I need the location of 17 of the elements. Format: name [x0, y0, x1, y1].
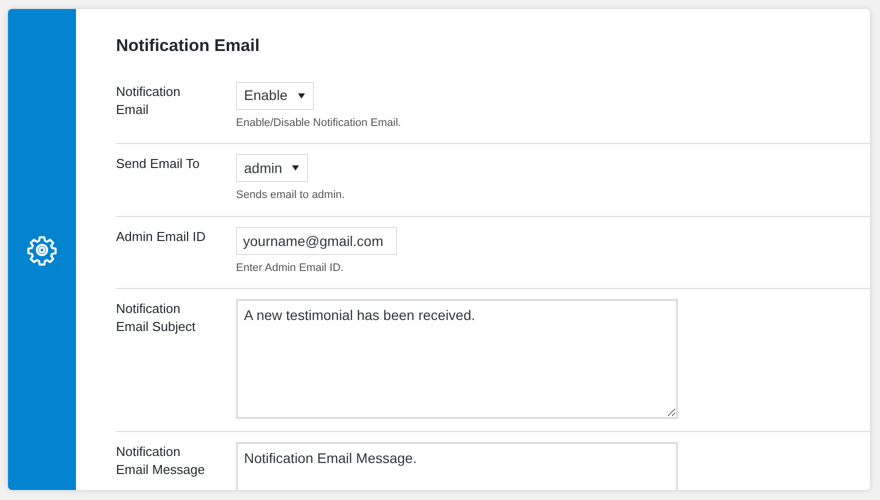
dropdown[interactable]: admin — [236, 154, 308, 182]
field-label: Notification Email Subject — [116, 300, 196, 336]
field-label: Send Email To — [116, 155, 201, 173]
section-title: Notification Email — [116, 35, 261, 57]
settings-icon — [26, 234, 58, 266]
caret-icon — [292, 165, 300, 171]
dropdown[interactable]: Enable — [236, 82, 314, 110]
caret-icon — [298, 92, 305, 98]
input-field[interactable]: yourname@gmail.com — [236, 226, 397, 254]
text-area[interactable]: A new testimonial has been received. — [236, 299, 678, 419]
help-text: Enable/Disable Notification Email. — [236, 116, 402, 130]
text-area[interactable]: Notification Email Message. — [236, 442, 678, 490]
field-label: Notification Email Message — [116, 443, 206, 479]
help-text: Enter Admin Email ID. — [236, 260, 344, 276]
field-label: Notification Email — [116, 82, 182, 118]
field-label: Admin Email ID — [116, 228, 207, 246]
help-text: Sends email to admin. — [236, 188, 345, 203]
